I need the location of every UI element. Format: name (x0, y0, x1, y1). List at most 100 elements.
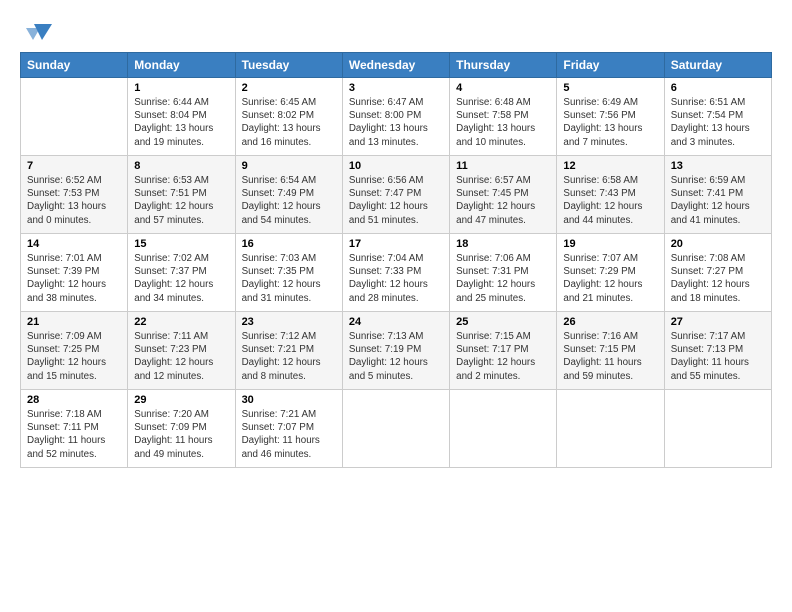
calendar-cell: 13 Sunrise: 6:59 AM Sunset: 7:41 PM Dayli… (664, 156, 771, 234)
day-number: 23 (242, 316, 336, 328)
day-number: 2 (242, 82, 336, 94)
day-info: Sunrise: 7:12 AM Sunset: 7:21 PM Dayligh… (242, 330, 336, 383)
calendar-cell: 1 Sunrise: 6:44 AM Sunset: 8:04 PM Daylig… (128, 78, 235, 156)
day-number: 22 (134, 316, 228, 328)
calendar-cell: 3 Sunrise: 6:47 AM Sunset: 8:00 PM Daylig… (342, 78, 449, 156)
day-number: 9 (242, 160, 336, 172)
calendar-cell (664, 390, 771, 468)
day-info: Sunrise: 7:08 AM Sunset: 7:27 PM Dayligh… (671, 252, 765, 305)
calendar-cell: 8Sunrise: 6:53 AM Sunset: 7:51 PM Daylig… (128, 156, 235, 234)
weekday-header-monday: Monday (128, 53, 235, 78)
calendar-cell: 2 Sunrise: 6:45 AM Sunset: 8:02 PM Daylig… (235, 78, 342, 156)
calendar-cell: 6Sunrise: 6:51 AM Sunset: 7:54 PM Daylig… (664, 78, 771, 156)
calendar-cell (342, 390, 449, 468)
day-number: 24 (349, 316, 443, 328)
day-info: Sunrise: 7:01 AM Sunset: 7:39 PM Dayligh… (27, 252, 121, 305)
day-info: Sunrise: 6:48 AM Sunset: 7:58 PM Dayligh… (456, 96, 550, 149)
weekday-header-sunday: Sunday (21, 53, 128, 78)
calendar-cell: 27Sunrise: 7:17 AM Sunset: 7:13 PM Dayli… (664, 312, 771, 390)
calendar-week-5: 28 Sunrise: 7:18 AM Sunset: 7:11 PM Dayli… (21, 390, 772, 468)
calendar-body: 1 Sunrise: 6:44 AM Sunset: 8:04 PM Daylig… (21, 78, 772, 468)
day-number: 29 (134, 394, 228, 406)
weekday-header-row: SundayMondayTuesdayWednesdayThursdayFrid… (21, 53, 772, 78)
day-info: Sunrise: 6:59 AM Sunset: 7:41 PM Dayligh… (671, 174, 765, 227)
weekday-header-saturday: Saturday (664, 53, 771, 78)
day-number: 16 (242, 238, 336, 250)
logo (20, 18, 52, 46)
day-number: 14 (27, 238, 121, 250)
day-number: 6 (671, 82, 765, 94)
day-info: Sunrise: 6:45 AM Sunset: 8:02 PM Dayligh… (242, 96, 336, 149)
day-number: 20 (671, 238, 765, 250)
day-number: 25 (456, 316, 550, 328)
calendar-cell: 9 Sunrise: 6:54 AM Sunset: 7:49 PM Daylig… (235, 156, 342, 234)
day-info: Sunrise: 7:20 AM Sunset: 7:09 PM Dayligh… (134, 408, 228, 461)
day-number: 1 (134, 82, 228, 94)
day-info: Sunrise: 6:49 AM Sunset: 7:56 PM Dayligh… (563, 96, 657, 149)
calendar-cell: 22 Sunrise: 7:11 AM Sunset: 7:23 PM Dayli… (128, 312, 235, 390)
calendar-cell: 17 Sunrise: 7:04 AM Sunset: 7:33 PM Dayli… (342, 234, 449, 312)
calendar-cell: 21 Sunrise: 7:09 AM Sunset: 7:25 PM Dayli… (21, 312, 128, 390)
day-number: 12 (563, 160, 657, 172)
day-number: 5 (563, 82, 657, 94)
day-info: Sunrise: 6:56 AM Sunset: 7:47 PM Dayligh… (349, 174, 443, 227)
day-number: 3 (349, 82, 443, 94)
day-info: Sunrise: 7:09 AM Sunset: 7:25 PM Dayligh… (27, 330, 121, 383)
day-info: Sunrise: 6:53 AM Sunset: 7:51 PM Dayligh… (134, 174, 228, 227)
day-info: Sunrise: 6:47 AM Sunset: 8:00 PM Dayligh… (349, 96, 443, 149)
day-info: Sunrise: 7:16 AM Sunset: 7:15 PM Dayligh… (563, 330, 657, 383)
calendar-cell: 26 Sunrise: 7:16 AM Sunset: 7:15 PM Dayli… (557, 312, 664, 390)
day-info: Sunrise: 7:04 AM Sunset: 7:33 PM Dayligh… (349, 252, 443, 305)
calendar-week-4: 21 Sunrise: 7:09 AM Sunset: 7:25 PM Dayli… (21, 312, 772, 390)
day-number: 11 (456, 160, 550, 172)
day-info: Sunrise: 7:03 AM Sunset: 7:35 PM Dayligh… (242, 252, 336, 305)
calendar-week-3: 14 Sunrise: 7:01 AM Sunset: 7:39 PM Dayli… (21, 234, 772, 312)
calendar-cell: 18 Sunrise: 7:06 AM Sunset: 7:31 PM Dayli… (450, 234, 557, 312)
day-info: Sunrise: 7:11 AM Sunset: 7:23 PM Dayligh… (134, 330, 228, 383)
calendar-cell: 29 Sunrise: 7:20 AM Sunset: 7:09 PM Dayli… (128, 390, 235, 468)
day-number: 26 (563, 316, 657, 328)
day-info: Sunrise: 6:58 AM Sunset: 7:43 PM Dayligh… (563, 174, 657, 227)
calendar-cell: 15 Sunrise: 7:02 AM Sunset: 7:37 PM Dayli… (128, 234, 235, 312)
day-info: Sunrise: 7:13 AM Sunset: 7:19 PM Dayligh… (349, 330, 443, 383)
calendar-cell: 10 Sunrise: 6:56 AM Sunset: 7:47 PM Dayli… (342, 156, 449, 234)
logo-icon (24, 18, 52, 46)
day-number: 19 (563, 238, 657, 250)
calendar-cell: 28 Sunrise: 7:18 AM Sunset: 7:11 PM Dayli… (21, 390, 128, 468)
calendar-cell: 30Sunrise: 7:21 AM Sunset: 7:07 PM Dayli… (235, 390, 342, 468)
weekday-header-tuesday: Tuesday (235, 53, 342, 78)
calendar-cell: 14 Sunrise: 7:01 AM Sunset: 7:39 PM Dayli… (21, 234, 128, 312)
day-info: Sunrise: 7:02 AM Sunset: 7:37 PM Dayligh… (134, 252, 228, 305)
day-number: 18 (456, 238, 550, 250)
weekday-header-friday: Friday (557, 53, 664, 78)
calendar-cell (450, 390, 557, 468)
day-number: 13 (671, 160, 765, 172)
day-info: Sunrise: 7:15 AM Sunset: 7:17 PM Dayligh… (456, 330, 550, 383)
calendar-table: SundayMondayTuesdayWednesdayThursdayFrid… (20, 52, 772, 468)
calendar-cell: 20 Sunrise: 7:08 AM Sunset: 7:27 PM Dayli… (664, 234, 771, 312)
calendar-week-1: 1 Sunrise: 6:44 AM Sunset: 8:04 PM Daylig… (21, 78, 772, 156)
day-number: 10 (349, 160, 443, 172)
day-number: 17 (349, 238, 443, 250)
day-number: 28 (27, 394, 121, 406)
day-number: 15 (134, 238, 228, 250)
day-info: Sunrise: 6:44 AM Sunset: 8:04 PM Dayligh… (134, 96, 228, 149)
calendar-cell: 19Sunrise: 7:07 AM Sunset: 7:29 PM Dayli… (557, 234, 664, 312)
page: SundayMondayTuesdayWednesdayThursdayFrid… (0, 0, 792, 612)
day-info: Sunrise: 6:54 AM Sunset: 7:49 PM Dayligh… (242, 174, 336, 227)
day-info: Sunrise: 6:57 AM Sunset: 7:45 PM Dayligh… (456, 174, 550, 227)
calendar-cell: 12 Sunrise: 6:58 AM Sunset: 7:43 PM Dayli… (557, 156, 664, 234)
header (20, 18, 772, 46)
day-info: Sunrise: 7:18 AM Sunset: 7:11 PM Dayligh… (27, 408, 121, 461)
day-info: Sunrise: 7:21 AM Sunset: 7:07 PM Dayligh… (242, 408, 336, 461)
calendar-week-2: 7Sunrise: 6:52 AM Sunset: 7:53 PM Daylig… (21, 156, 772, 234)
calendar-cell (21, 78, 128, 156)
calendar-cell: 23 Sunrise: 7:12 AM Sunset: 7:21 PM Dayli… (235, 312, 342, 390)
calendar-cell: 25 Sunrise: 7:15 AM Sunset: 7:17 PM Dayli… (450, 312, 557, 390)
day-info: Sunrise: 7:06 AM Sunset: 7:31 PM Dayligh… (456, 252, 550, 305)
calendar-cell: 4Sunrise: 6:48 AM Sunset: 7:58 PM Daylig… (450, 78, 557, 156)
calendar-cell: 11 Sunrise: 6:57 AM Sunset: 7:45 PM Dayli… (450, 156, 557, 234)
calendar-cell: 16 Sunrise: 7:03 AM Sunset: 7:35 PM Dayli… (235, 234, 342, 312)
day-number: 21 (27, 316, 121, 328)
day-number: 7 (27, 160, 121, 172)
